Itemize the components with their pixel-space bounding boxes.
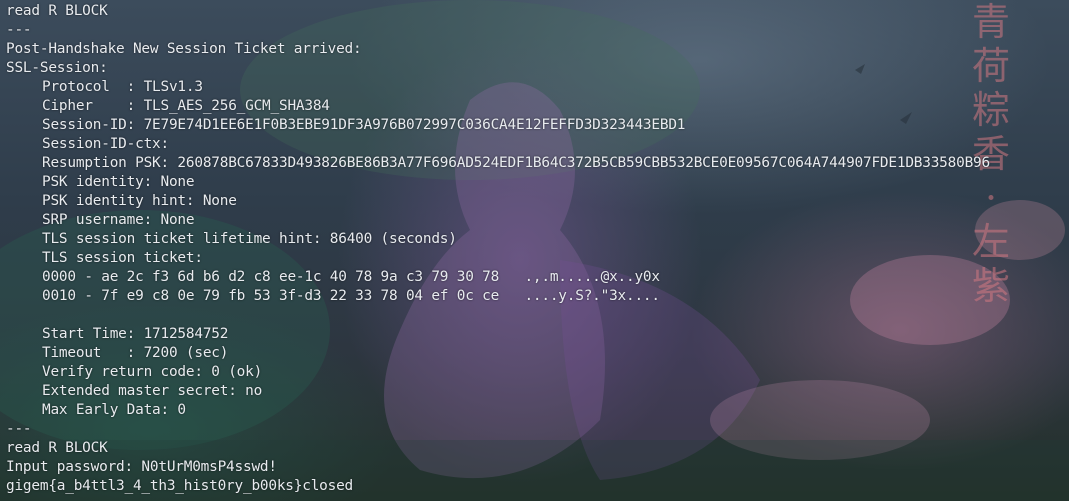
terminal-line: read R BLOCK [6, 440, 108, 456]
terminal-line: gigem{a_b4ttl3_4_th3_hist0ry_b00ks}close… [6, 478, 354, 494]
terminal-line: Resumption PSK: 260878BC67833D493826BE86… [42, 155, 990, 171]
terminal-line: Cipher : TLS_AES_256_GCM_SHA384 [42, 98, 330, 114]
terminal-window[interactable]: 青荷粽香·左紫 read R BLOCK --- Post-Handshake Ne… [0, 0, 1069, 501]
terminal-output: read R BLOCK --- Post-Handshake New Sessio… [6, 2, 1066, 496]
terminal-line: SRP username: None [42, 212, 195, 228]
terminal-line: --- [6, 421, 32, 437]
terminal-line: TLS session ticket lifetime hint: 86400 … [42, 231, 457, 247]
terminal-line: Verify return code: 0 (ok) [42, 364, 263, 380]
terminal-line: Start Time: 1712584752 [42, 326, 229, 342]
terminal-line: PSK identity: None [42, 174, 195, 190]
terminal-line: Session-ID-ctx: [42, 136, 169, 152]
terminal-line: read R BLOCK [6, 3, 108, 19]
terminal-line: Protocol : TLSv1.3 [42, 79, 203, 95]
terminal-line: TLS session ticket: [42, 250, 203, 266]
terminal-line: --- [6, 22, 32, 38]
terminal-line: SSL-Session: [6, 60, 108, 76]
terminal-line: Post-Handshake New Session Ticket arrive… [6, 41, 362, 57]
terminal-line: 0010 - 7f e9 c8 0e 79 fb 53 3f-d3 22 33 … [42, 288, 660, 304]
terminal-line: Timeout : 7200 (sec) [42, 345, 229, 361]
terminal-line: Extended master secret: no [42, 383, 263, 399]
terminal-line: Input password: N0tUrM0msP4sswd! [6, 459, 277, 475]
terminal-line: Session-ID: 7E79E74D1EE6E1F0B3EBE91DF3A9… [42, 117, 686, 133]
terminal-line: 0000 - ae 2c f3 6d b6 d2 c8 ee-1c 40 78 … [42, 269, 660, 285]
terminal-line: Max Early Data: 0 [42, 402, 186, 418]
terminal-line: PSK identity hint: None [42, 193, 237, 209]
